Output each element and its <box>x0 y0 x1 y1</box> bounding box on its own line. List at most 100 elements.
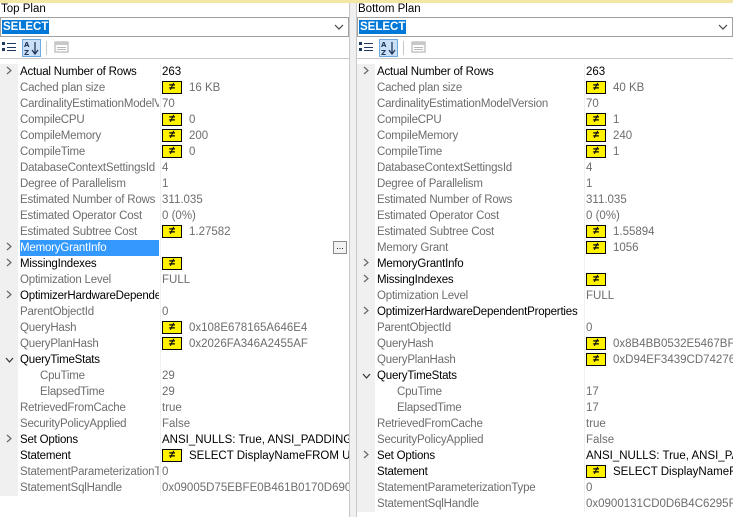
property-value[interactable]: ≠ 1 <box>586 112 733 128</box>
property-value[interactable] <box>586 368 733 384</box>
property-row[interactable]: CpuTime 29 <box>0 368 349 384</box>
property-value[interactable]: False <box>586 432 733 448</box>
property-value[interactable]: ≠ 40 KB <box>586 80 733 96</box>
property-row[interactable]: Statement ≠ SELECT DisplayNameFROM Users <box>357 464 733 480</box>
property-row[interactable]: CompileCPU ≠ 1 <box>357 112 733 128</box>
alphabetical-sort-icon[interactable]: AZ <box>379 39 398 57</box>
property-row[interactable]: Statement ≠ SELECT DisplayNameFROM Users <box>0 448 349 464</box>
property-row[interactable]: Optimization Level FULL <box>357 288 733 304</box>
expand-arrow-icon[interactable] <box>0 256 18 272</box>
property-value[interactable]: ≠ 0x8B4BB0532E5467BF <box>586 336 733 352</box>
property-value[interactable]: 29 <box>162 368 349 384</box>
property-value[interactable]: 0 <box>586 480 733 496</box>
property-row[interactable]: Estimated Operator Cost 0 (0%) <box>0 208 349 224</box>
property-value[interactable] <box>586 256 733 272</box>
property-row[interactable]: MissingIndexes ≠ <box>357 272 733 288</box>
property-value[interactable]: ≠ 240 <box>586 128 733 144</box>
property-value[interactable]: FULL <box>586 288 733 304</box>
property-row[interactable]: RetrievedFromCache true <box>357 416 733 432</box>
property-row[interactable]: RetrievedFromCache true <box>0 400 349 416</box>
property-row[interactable]: SecurityPolicyApplied False <box>357 432 733 448</box>
property-value[interactable]: 311.035 <box>162 192 349 208</box>
property-value[interactable]: 70 <box>162 96 349 112</box>
property-value[interactable]: ≠ 0x108E678165A646E4 <box>162 320 349 336</box>
property-value[interactable]: ANSI_NULLS: True, ANSI_PADDING: True, AN… <box>162 432 349 448</box>
property-value[interactable]: 0x0900131CD0D6B4C6295F26 <box>586 496 733 512</box>
expand-arrow-icon[interactable] <box>0 432 18 448</box>
property-value[interactable]: 263 <box>162 64 349 80</box>
property-row[interactable]: CompileMemory ≠ 240 <box>357 128 733 144</box>
property-value[interactable]: ≠ 0 <box>162 144 349 160</box>
property-row[interactable]: OptimizerHardwareDependentProperties <box>357 304 733 320</box>
collapse-arrow-icon[interactable] <box>0 352 18 368</box>
property-value[interactable]: 1 <box>162 176 349 192</box>
chevron-down-icon[interactable] <box>332 19 346 35</box>
property-row[interactable]: StatementSqlHandle 0x09005D75EBFE0B461B01… <box>0 480 349 496</box>
property-value[interactable]: 1 <box>586 176 733 192</box>
alphabetical-sort-icon[interactable]: AZ <box>22 39 41 57</box>
property-value[interactable]: 0 (0%) <box>162 208 349 224</box>
chevron-down-icon[interactable] <box>716 19 730 35</box>
property-value[interactable]: 0 <box>162 304 349 320</box>
property-value[interactable]: ≠ 1.55894 <box>586 224 733 240</box>
property-row[interactable]: CpuTime 17 <box>357 384 733 400</box>
property-value[interactable]: 70 <box>586 96 733 112</box>
property-value[interactable]: ≠ 1.27582 <box>162 224 349 240</box>
property-value[interactable]: 263 <box>586 64 733 80</box>
expand-arrow-icon[interactable] <box>357 256 375 272</box>
property-value[interactable] <box>162 288 349 304</box>
property-value[interactable]: ≠ 0x2026FA346A2455AF <box>162 336 349 352</box>
property-row[interactable]: Optimization Level FULL <box>0 272 349 288</box>
collapse-arrow-icon[interactable] <box>357 368 375 384</box>
property-value[interactable]: 17 <box>586 384 733 400</box>
object-select-dropdown[interactable]: SELECT <box>357 17 733 37</box>
property-row[interactable]: OptimizerHardwareDependentProperties <box>0 288 349 304</box>
pane-splitter[interactable] <box>349 3 357 517</box>
property-row[interactable]: ElapsedTime 29 <box>0 384 349 400</box>
property-row[interactable]: Estimated Number of Rows 311.035 <box>357 192 733 208</box>
property-row[interactable]: Set Options ANSI_NULLS: True, ANSI_PADDIN… <box>0 432 349 448</box>
property-pages-icon[interactable] <box>52 39 71 57</box>
property-row[interactable]: QueryTimeStats <box>357 368 733 384</box>
property-value[interactable]: 0 (0%) <box>586 208 733 224</box>
property-row[interactable]: CompileMemory ≠ 200 <box>0 128 349 144</box>
property-value[interactable]: 4 <box>162 160 349 176</box>
property-value[interactable]: 17 <box>586 400 733 416</box>
property-value[interactable]: 0 <box>162 464 349 480</box>
expand-arrow-icon[interactable] <box>357 304 375 320</box>
property-value[interactable]: ≠ 200 <box>162 128 349 144</box>
expand-arrow-icon[interactable] <box>0 240 18 256</box>
property-pages-icon[interactable] <box>409 39 428 57</box>
property-row[interactable]: Memory Grant ≠ 1056 <box>357 240 733 256</box>
property-row[interactable]: Degree of Parallelism 1 <box>0 176 349 192</box>
property-row[interactable]: MissingIndexes ≠ <box>0 256 349 272</box>
property-row[interactable]: ElapsedTime 17 <box>357 400 733 416</box>
property-row[interactable]: CompileCPU ≠ 0 <box>0 112 349 128</box>
property-row[interactable]: CompileTime ≠ 0 <box>0 144 349 160</box>
property-row[interactable]: QueryTimeStats <box>0 352 349 368</box>
expand-arrow-icon[interactable] <box>0 288 18 304</box>
property-value[interactable] <box>162 240 349 256</box>
property-row[interactable]: Estimated Subtree Cost ≠ 1.27582 <box>0 224 349 240</box>
property-value[interactable]: ≠ <box>586 272 733 288</box>
expand-arrow-icon[interactable] <box>357 64 375 80</box>
property-value[interactable]: true <box>586 416 733 432</box>
property-row[interactable]: DatabaseContextSettingsId 4 <box>0 160 349 176</box>
property-row[interactable]: MemoryGrantInfo... <box>0 240 349 256</box>
property-row[interactable]: Actual Number of Rows 263 <box>357 64 733 80</box>
property-row[interactable]: Estimated Operator Cost 0 (0%) <box>357 208 733 224</box>
property-row[interactable]: StatementSqlHandle 0x0900131CD0D6B4C6295F… <box>357 496 733 512</box>
expand-arrow-icon[interactable] <box>357 448 375 464</box>
property-value[interactable]: 311.035 <box>586 192 733 208</box>
property-value[interactable]: 4 <box>586 160 733 176</box>
property-value[interactable] <box>162 352 349 368</box>
property-row[interactable]: CompileTime ≠ 1 <box>357 144 733 160</box>
categorized-view-icon[interactable] <box>0 39 19 57</box>
ellipsis-button[interactable]: ... <box>333 241 347 254</box>
property-value[interactable]: true <box>162 400 349 416</box>
categorized-view-icon[interactable] <box>357 39 376 57</box>
property-value[interactable]: ≠ 16 KB <box>162 80 349 96</box>
property-value[interactable]: 0x09005D75EBFE0B461B0170D690D5 <box>162 480 349 496</box>
property-row[interactable]: CardinalityEstimationModelVersion70 <box>0 96 349 112</box>
property-value[interactable]: ≠ SELECT DisplayNameFROM Users <box>162 448 349 464</box>
